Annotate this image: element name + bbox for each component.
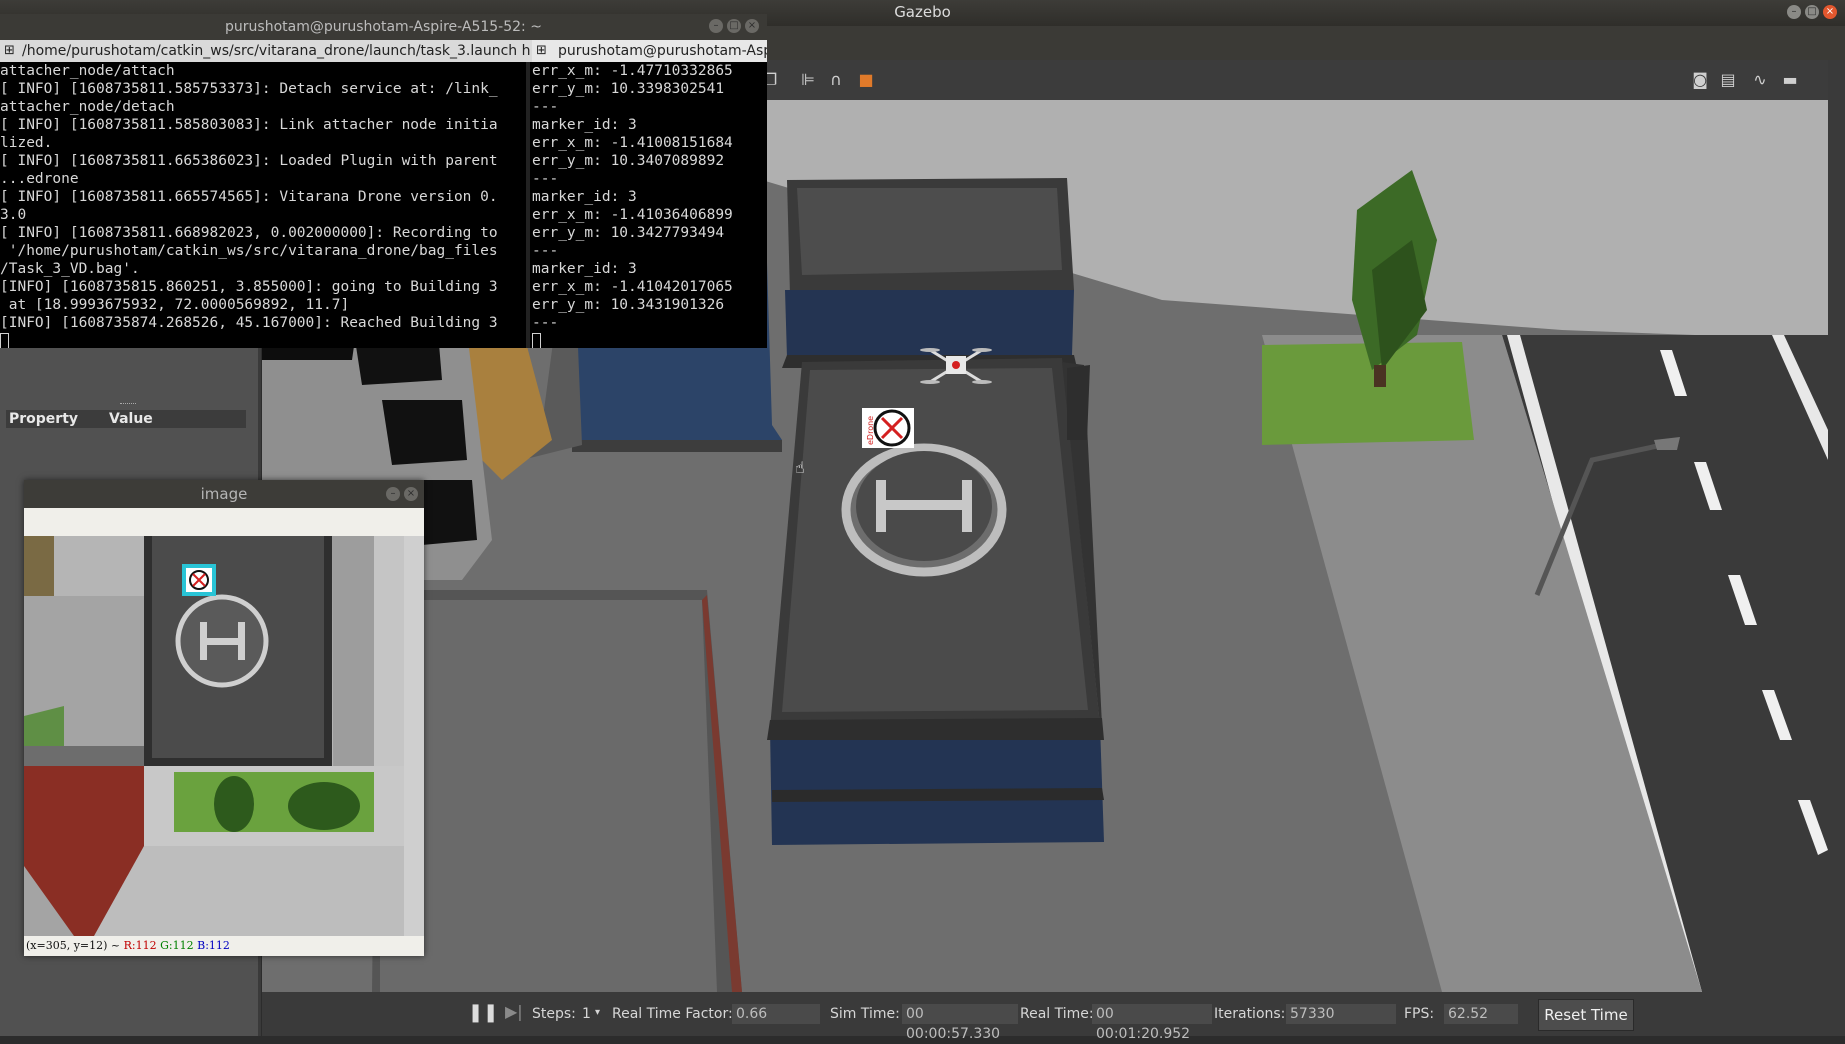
rtf-field: 0.66 (732, 1004, 820, 1024)
terminal-line: --- (532, 315, 559, 331)
iterations-field: 57330 (1286, 1004, 1396, 1024)
image-window-title: image (200, 485, 248, 503)
camera-icon[interactable]: ◙ (1690, 70, 1710, 90)
terminal-line: err_y_m: 10.3398302541 (532, 81, 725, 97)
terminal-tab-shell[interactable]: ⊞ purushotam@purushotam-Asp (532, 40, 767, 62)
terminal-line: marker_id: 3 (532, 117, 637, 133)
log-icon[interactable]: ▤ (1718, 70, 1738, 90)
terminal-line: err_x_m: -1.47710332865 (532, 63, 733, 79)
terminal-line: --- (532, 99, 559, 115)
marker-label: eDrone (866, 416, 875, 445)
shape-icon[interactable]: ■ (856, 70, 876, 90)
terminal-line: [ INFO] [1608735811.668982023, 0.0020000… (0, 225, 498, 241)
step-icon[interactable]: ▶| (505, 1002, 523, 1021)
terminal-line: [ INFO] [1608735811.665574565]: Vitarana… (0, 189, 498, 205)
terminal-line: /Task_3_VD.bag'. (0, 261, 140, 277)
time-panel: ❚❚ ▶| Steps: 1 ▾ Real Time Factor: 0.66 … (262, 992, 1845, 1042)
terminal-line: lized. (0, 135, 53, 151)
hand-cursor-icon: ☝ (795, 458, 805, 477)
terminal-line: [ INFO] [1608735811.585753373]: Detach s… (0, 81, 498, 97)
red-value: R:112 (123, 939, 157, 952)
terminal-tab-launch[interactable]: ⊞ /home/purushotam/catkin_ws/src/vitaran… (0, 40, 530, 62)
maximize-icon[interactable]: □ (1805, 5, 1819, 19)
camera-image-render (24, 536, 424, 936)
terminal-line: err_x_m: -1.41008151684 (532, 135, 733, 151)
steps-spinbox[interactable]: 1 (582, 1006, 591, 1022)
image-close-icon[interactable]: × (404, 487, 418, 501)
terminal-tab-label: /home/purushotam/catkin_ws/src/vitarana_… (22, 43, 530, 59)
pause-icon[interactable]: ❚❚ (468, 1002, 498, 1023)
terminal-line: at [18.9993675932, 72.0000569892, 11.7] (0, 297, 350, 313)
pane-divider[interactable] (526, 62, 530, 348)
snap-icon[interactable]: ∩ (826, 70, 846, 90)
steps-label: Steps: (532, 1006, 576, 1022)
video-icon[interactable]: ▬ (1780, 70, 1800, 90)
sim-time-label: Sim Time: (830, 1006, 900, 1022)
gazebo-title: Gazebo (894, 3, 951, 21)
steps-dropdown-icon[interactable]: ▾ (595, 1007, 600, 1018)
terminal-close-icon[interactable]: × (745, 19, 759, 33)
pixel-status-bar: (x=305, y=12) ~ R:112 G:112 B:112 (24, 936, 426, 956)
terminal-tabs: ⊞ /home/purushotam/catkin_ws/src/vitaran… (0, 40, 767, 62)
iterations-label: Iterations: (1214, 1006, 1286, 1022)
terminal-pane-right[interactable]: err_x_m: -1.47710332865 err_y_m: 10.33983… (532, 62, 767, 348)
terminal-line: --- (532, 171, 559, 187)
terminal-cursor (0, 332, 9, 348)
terminal-window: purushotam@purushotam-Aspire-A515-52: ~ … (0, 14, 767, 348)
align-icon[interactable]: ⊫ (798, 70, 818, 90)
reset-time-button[interactable]: Reset Time (1538, 999, 1634, 1031)
terminal-line: marker_id: 3 (532, 261, 637, 277)
terminal-tab-icon: ⊞ (4, 43, 15, 58)
terminal-cursor (532, 332, 541, 348)
terminal-line: err_x_m: -1.41042017065 (532, 279, 733, 295)
real-time-field: 00 00:01:20.952 (1092, 1004, 1212, 1042)
fps-field: 62.52 (1444, 1004, 1518, 1024)
terminal-minimize-icon[interactable]: – (709, 19, 723, 33)
image-window: image – × (x=305, y=12) ~ R:112 G:112 B:… (24, 480, 424, 956)
value-column-label: Value (109, 411, 153, 427)
close-icon[interactable]: × (1823, 5, 1837, 19)
terminal-titlebar: purushotam@purushotam-Aspire-A515-52: ~ … (0, 14, 767, 40)
sim-time-field: 00 00:00:57.330 (902, 1004, 1018, 1042)
terminal-tab-label: purushotam@purushotam-Asp (558, 43, 767, 59)
camera-image[interactable] (24, 536, 424, 936)
right-panel-edge (1828, 60, 1845, 992)
image-minimize-icon[interactable]: – (386, 487, 400, 501)
terminal-line: err_y_m: 10.3407089892 (532, 153, 725, 169)
terminal-maximize-icon[interactable]: □ (727, 19, 741, 33)
terminal-line: ...edrone (0, 171, 79, 187)
terminal-line: err_y_m: 10.3431901326 (532, 297, 725, 313)
minimize-icon[interactable]: – (1787, 5, 1801, 19)
terminal-line: attacher_node/attach (0, 63, 175, 79)
terminal-line: 3.0 (0, 207, 27, 223)
real-time-label: Real Time: (1020, 1006, 1094, 1022)
terminal-line: attacher_node/detach (0, 99, 175, 115)
property-column-label: Property (9, 411, 79, 427)
terminal-line: err_x_m: -1.41036406899 (532, 207, 733, 223)
terminal-line: [ INFO] [1608735811.585803083]: Link att… (0, 117, 498, 133)
terminal-line: marker_id: 3 (532, 189, 637, 205)
terminal-line: '/home/purushotam/catkin_ws/src/vitarana… (0, 243, 498, 259)
green-value: G:112 (160, 939, 194, 952)
image-window-titlebar: image – × (24, 480, 424, 508)
terminal-line: err_y_m: 10.3427793494 (532, 225, 725, 241)
terminal-line: [INFO] [1608735815.860251, 3.855000]: go… (0, 279, 498, 295)
terminal-line: [ INFO] [1608735811.665386023]: Loaded P… (0, 153, 498, 169)
blue-value: B:112 (197, 939, 230, 952)
terminal-tab-icon: ⊞ (536, 43, 547, 58)
cursor-position: (x=305, y=12) ~ (26, 939, 121, 952)
property-table-header: Property Value (6, 410, 246, 428)
fps-label: FPS: (1404, 1006, 1435, 1022)
image-toolbar (24, 508, 424, 536)
splitter-handle[interactable] (120, 403, 136, 407)
terminal-line: [INFO] [1608735874.268526, 45.167000]: R… (0, 315, 498, 331)
rtf-label: Real Time Factor: (612, 1006, 733, 1022)
plot-icon[interactable]: ∿ (1750, 70, 1770, 90)
terminal-pane-left[interactable]: attacher_node/attach [ INFO] [1608735811.… (0, 62, 524, 348)
terminal-line: --- (532, 243, 559, 259)
terminal-title: purushotam@purushotam-Aspire-A515-52: ~ (225, 19, 542, 35)
